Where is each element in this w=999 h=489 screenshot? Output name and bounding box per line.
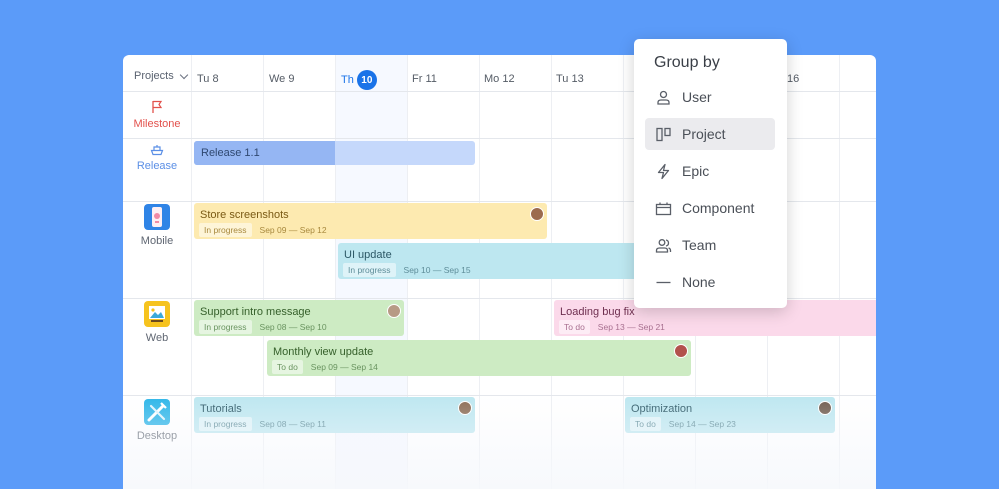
day-header[interactable]: Tu 8 bbox=[197, 73, 219, 85]
row-label-milestone: Milestone bbox=[123, 100, 191, 130]
menu-title: Group by bbox=[654, 54, 720, 72]
board-icon bbox=[655, 126, 672, 143]
task-dates: Sep 09 — Sep 14 bbox=[311, 362, 378, 372]
web-app-icon bbox=[144, 301, 170, 327]
menu-item-label: Epic bbox=[682, 163, 709, 179]
task-card[interactable]: UI update In progress Sep 10 — Sep 15 bbox=[338, 243, 638, 279]
team-icon bbox=[655, 237, 672, 254]
menu-item-label: Project bbox=[682, 126, 726, 142]
menu-item-project[interactable]: Project bbox=[645, 118, 775, 150]
status-badge: In progress bbox=[199, 417, 252, 431]
task-meta: To do Sep 14 — Sep 23 bbox=[630, 417, 736, 431]
release-bar[interactable]: Release 1.1 bbox=[194, 141, 475, 165]
menu-item-team[interactable]: Team bbox=[645, 229, 775, 261]
day-header-today-label: Th bbox=[341, 74, 354, 86]
lightning-icon bbox=[655, 163, 672, 180]
status-badge: In progress bbox=[343, 263, 396, 277]
task-title: Tutorials bbox=[200, 403, 242, 415]
task-title: Support intro message bbox=[200, 306, 311, 318]
row-label-mobile: Mobile bbox=[123, 204, 191, 247]
task-dates: Sep 10 — Sep 15 bbox=[404, 265, 471, 275]
flag-icon bbox=[151, 100, 163, 114]
task-title: UI update bbox=[344, 249, 392, 261]
image-frame-icon bbox=[144, 301, 170, 327]
menu-item-label: User bbox=[682, 89, 712, 105]
avatar[interactable] bbox=[387, 304, 401, 318]
release-bar-label: Release 1.1 bbox=[201, 147, 260, 159]
status-badge: In progress bbox=[199, 320, 252, 334]
menu-item-label: Team bbox=[682, 237, 716, 253]
task-meta: In progress Sep 08 — Sep 11 bbox=[199, 417, 326, 431]
chevron-down-icon bbox=[180, 70, 188, 78]
grid-line bbox=[839, 55, 840, 489]
menu-item-label: None bbox=[682, 274, 715, 290]
task-meta: In progress Sep 08 — Sep 10 bbox=[199, 320, 327, 334]
task-card[interactable]: Store screenshots In progress Sep 09 — S… bbox=[194, 203, 547, 239]
task-dates: Sep 13 — Sep 21 bbox=[598, 322, 665, 332]
task-meta: To do Sep 09 — Sep 14 bbox=[272, 360, 378, 374]
grid-line bbox=[191, 55, 192, 489]
ship-icon bbox=[150, 144, 164, 156]
task-dates: Sep 09 — Sep 12 bbox=[260, 225, 327, 235]
menu-item-none[interactable]: None bbox=[645, 266, 775, 298]
avatar[interactable] bbox=[530, 207, 544, 221]
task-card[interactable]: Tutorials In progress Sep 08 — Sep 11 bbox=[194, 397, 475, 433]
menu-item-label: Component bbox=[682, 200, 754, 216]
menu-item-component[interactable]: Component bbox=[645, 192, 775, 224]
status-badge: To do bbox=[559, 320, 590, 334]
component-icon bbox=[655, 200, 672, 217]
group-by-menu: Group by User Project Epic Component Tea… bbox=[634, 39, 787, 308]
day-header[interactable]: Tu 13 bbox=[556, 73, 584, 85]
day-header[interactable]: Fr 11 bbox=[412, 73, 437, 85]
projects-dropdown-label: Projects bbox=[134, 70, 174, 82]
task-title: Loading bug fix bbox=[560, 306, 635, 318]
status-badge: To do bbox=[272, 360, 303, 374]
task-card[interactable]: Support intro message In progress Sep 08… bbox=[194, 300, 404, 336]
task-dates: Sep 14 — Sep 23 bbox=[669, 419, 736, 429]
status-badge: In progress bbox=[199, 223, 252, 237]
status-badge: To do bbox=[630, 417, 661, 431]
projects-dropdown[interactable]: Projects bbox=[134, 70, 187, 82]
user-icon bbox=[655, 89, 672, 106]
menu-item-user[interactable]: User bbox=[645, 81, 775, 113]
task-dates: Sep 08 — Sep 11 bbox=[260, 419, 326, 429]
task-title: Optimization bbox=[631, 403, 692, 415]
dash-icon bbox=[655, 274, 672, 291]
task-meta: In progress Sep 10 — Sep 15 bbox=[343, 263, 471, 277]
phone-icon bbox=[144, 204, 170, 230]
row-label-text: Milestone bbox=[133, 118, 180, 130]
task-title: Store screenshots bbox=[200, 209, 289, 221]
day-header[interactable]: 16 bbox=[787, 73, 799, 85]
row-label-text: Mobile bbox=[141, 235, 173, 247]
mobile-app-icon bbox=[144, 204, 170, 230]
day-header[interactable]: We 9 bbox=[269, 73, 294, 85]
row-label-text: Web bbox=[146, 332, 168, 344]
day-header-today[interactable]: Th 10 bbox=[341, 70, 377, 90]
row-label-release: Release bbox=[123, 144, 191, 172]
task-card[interactable]: Monthly view update To do Sep 09 — Sep 1… bbox=[267, 340, 691, 376]
row-label-web: Web bbox=[123, 301, 191, 344]
task-meta: To do Sep 13 — Sep 21 bbox=[559, 320, 665, 334]
row-label-text: Release bbox=[137, 160, 177, 172]
task-card[interactable]: Optimization To do Sep 14 — Sep 23 bbox=[625, 397, 835, 433]
day-header[interactable]: Mo 12 bbox=[484, 73, 515, 85]
avatar[interactable] bbox=[458, 401, 472, 415]
avatar[interactable] bbox=[674, 344, 688, 358]
task-meta: In progress Sep 09 — Sep 12 bbox=[199, 223, 327, 237]
task-title: Monthly view update bbox=[273, 346, 373, 358]
tools-icon bbox=[144, 399, 170, 425]
avatar[interactable] bbox=[818, 401, 832, 415]
row-label-text: Desktop bbox=[137, 430, 177, 442]
row-label-desktop: Desktop bbox=[123, 399, 191, 442]
desktop-app-icon bbox=[144, 399, 170, 425]
row-divider bbox=[123, 395, 876, 396]
task-dates: Sep 08 — Sep 10 bbox=[260, 322, 327, 332]
today-badge: 10 bbox=[357, 70, 377, 90]
menu-item-epic[interactable]: Epic bbox=[645, 155, 775, 187]
